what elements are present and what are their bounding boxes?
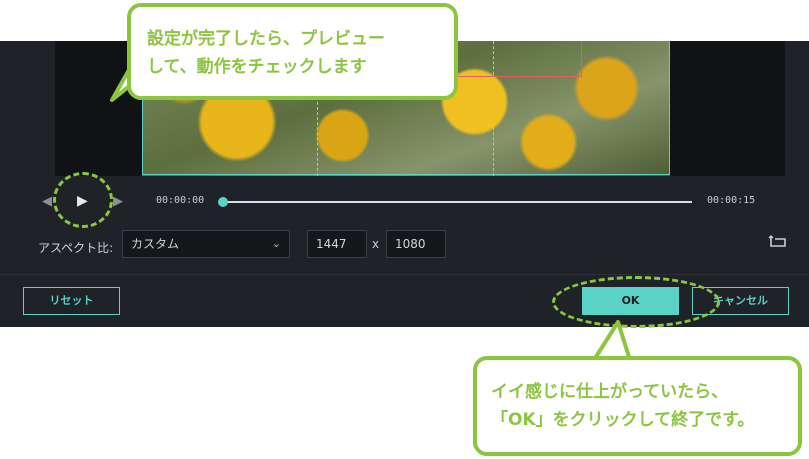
callout-text: イイ感じに仕上がっていたら、 [491, 382, 729, 402]
callout-text: 設定が完了したら、プレビュー [147, 29, 385, 49]
aspect-ratio-row: アスペクト比: カスタム ⌄ 1447 x 1080 [0, 230, 809, 264]
width-input[interactable]: 1447 [307, 230, 367, 258]
timeline-track[interactable] [222, 201, 692, 203]
preview-callout: 設定が完了したら、プレビュー して、動作をチェックします [127, 3, 458, 100]
aspect-ratio-select[interactable]: カスタム ⌄ [122, 230, 290, 258]
crop-rotate-icon[interactable] [768, 235, 788, 249]
reset-button[interactable]: リセット [23, 287, 120, 315]
divider [0, 274, 809, 275]
timeline-playhead[interactable] [218, 197, 228, 207]
current-time: 00:00:00 [156, 195, 205, 206]
ok-callout: イイ感じに仕上がっていたら、 「OK」をクリックして終了です。 [473, 356, 802, 456]
callout-text: して、動作をチェックします [147, 57, 367, 77]
ok-highlight-circle [552, 276, 720, 328]
dimension-separator: x [372, 237, 380, 251]
callout-text: 「OK」をクリックして終了です。 [491, 410, 755, 430]
chevron-down-icon: ⌄ [271, 237, 281, 250]
height-input[interactable]: 1080 [386, 230, 446, 258]
next-frame-icon[interactable]: ▶ [113, 194, 123, 210]
prev-frame-icon[interactable]: ◀ [42, 194, 52, 210]
aspect-ratio-value: カスタム [131, 237, 180, 251]
aspect-ratio-label: アスペクト比: [38, 241, 114, 255]
total-time: 00:00:15 [707, 195, 756, 206]
playback-controls: ◀ ▶ ▶ 00:00:00 00:00:15 [0, 183, 809, 219]
play-highlight-circle [53, 172, 113, 228]
